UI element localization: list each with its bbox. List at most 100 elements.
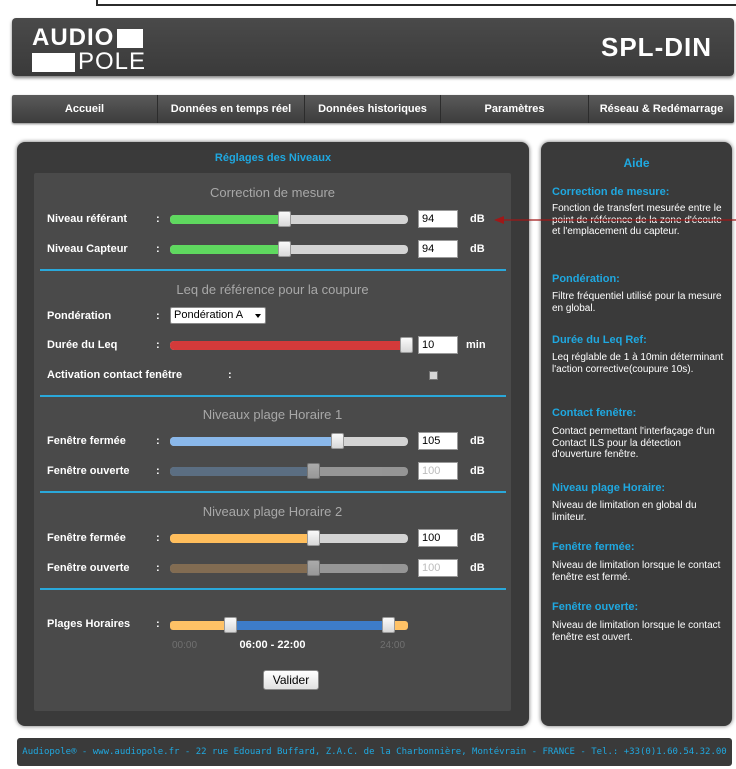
unit-db: dB (470, 243, 485, 255)
niveau-referant-slider[interactable] (170, 211, 408, 227)
section-divider (40, 269, 506, 271)
panel-title: Réglages des Niveaux (214, 152, 332, 164)
plage2-fermee-label: Fenêtre fermée (47, 532, 126, 544)
slider-fill (170, 245, 285, 254)
slider-handle[interactable] (306, 530, 320, 546)
help-text-contact: Contact permettant l'interfaçage d'un Co… (552, 426, 715, 460)
help-heading-ponderation: Pondération: (552, 273, 620, 285)
section-title-plage2: Niveaux plage Horaire 2 (202, 504, 343, 519)
niveau-capteur-slider[interactable] (170, 241, 408, 257)
duree-leq-slider[interactable] (170, 337, 413, 353)
plages-horaires-label: Plages Horaires (47, 618, 131, 630)
colon: : (156, 243, 160, 255)
unit-db: dB (470, 532, 485, 544)
logo-line2: POLE (78, 48, 147, 75)
slider-handle[interactable] (278, 211, 292, 227)
slider-handle[interactable] (330, 433, 344, 449)
plage1-ouverte-slider[interactable] (170, 463, 408, 479)
colon: : (228, 369, 232, 381)
plage1-fermee-slider[interactable] (170, 433, 408, 449)
unit-min: min (466, 339, 486, 351)
unit-db: dB (470, 213, 485, 225)
colon: : (156, 618, 160, 630)
colon: : (156, 435, 160, 447)
help-text-duree: Leq réglable de 1 à 10min déterminant l'… (552, 352, 724, 375)
nav-item-reseau[interactable]: Réseau & Redémarrage (589, 95, 734, 123)
colon: : (156, 465, 160, 477)
footer: Audiopole® - www.audiopole.fr - 22 rue E… (17, 738, 732, 766)
help-heading-niveau: Niveau plage Horaire: (552, 482, 666, 494)
niveau-capteur-label: Niveau Capteur (47, 243, 128, 255)
slider-handle[interactable] (278, 241, 292, 257)
plage1-ouverte-input[interactable]: 100 (418, 462, 458, 480)
ponderation-value: Pondération A (174, 309, 244, 321)
unit-db: dB (470, 435, 485, 447)
chevron-down-icon (255, 314, 261, 318)
plage2-ouverte-input[interactable]: 100 (418, 559, 458, 577)
help-heading-contact: Contact fenêtre: (552, 407, 637, 419)
slider-fill (170, 437, 337, 446)
section-title-correction: Correction de mesure (210, 185, 335, 200)
help-heading-ouverte: Fenêtre ouverte: (552, 601, 639, 613)
plage2-fermee-slider[interactable] (170, 530, 408, 546)
logo-line1: AUDIO (32, 24, 115, 51)
niveau-referant-input[interactable]: 94 (418, 210, 458, 228)
plages-horaires-slider[interactable] (170, 621, 408, 630)
colon: : (156, 339, 160, 351)
plage1-ouverte-label: Fenêtre ouverte (47, 465, 130, 477)
valider-button[interactable]: Valider (263, 670, 319, 690)
slider-fill (170, 564, 313, 573)
niveau-capteur-input[interactable]: 94 (418, 240, 458, 258)
plage2-ouverte-slider[interactable] (170, 560, 408, 576)
plage2-fermee-input[interactable]: 100 (418, 529, 458, 547)
help-title: Aide (623, 156, 650, 170)
help-heading-fermee: Fenêtre fermée: (552, 541, 635, 553)
slider-fill (170, 215, 285, 224)
slider-handle[interactable] (306, 463, 320, 479)
nav-item-temps-reel[interactable]: Données en temps réel (158, 95, 305, 123)
slider-fill (170, 341, 408, 350)
ponderation-select[interactable]: Pondération A (170, 307, 266, 324)
plage1-fermee-input[interactable]: 105 (418, 432, 458, 450)
help-text-niveau: Niveau de limitation en global du limite… (552, 500, 697, 523)
contact-fenetre-checkbox[interactable] (429, 371, 438, 380)
product-title: SPL-DIN (601, 32, 712, 62)
plage1-fermee-label: Fenêtre fermée (47, 435, 126, 447)
range-handle-end[interactable] (382, 617, 396, 633)
help-heading-correction: Correction de mesure: (552, 186, 670, 198)
slider-handle[interactable] (400, 337, 413, 353)
help-text-ouverte: Niveau de limitation lorsque le contact … (552, 620, 721, 643)
settings-panel: Réglages des Niveaux Correction de mesur… (17, 142, 529, 726)
help-heading-duree: Durée du Leq Ref: (552, 334, 647, 346)
section-title-plage1: Niveaux plage Horaire 1 (202, 407, 343, 422)
nav-item-accueil[interactable]: Accueil (12, 95, 158, 123)
section-divider (40, 491, 506, 493)
colon: : (156, 310, 160, 322)
colon: : (156, 532, 160, 544)
nav-item-historiques[interactable]: Données historiques (305, 95, 441, 123)
niveau-referant-label: Niveau référant (47, 213, 128, 225)
header-bar: AUDIO POLE SPL-DIN (12, 18, 734, 76)
section-divider (40, 588, 506, 590)
slider-handle[interactable] (306, 560, 320, 576)
nav-item-parametres[interactable]: Paramètres (441, 95, 589, 123)
slider-fill (170, 467, 313, 476)
range-handle-start[interactable] (223, 617, 237, 633)
colon: : (156, 213, 160, 225)
ponderation-label: Pondération (47, 310, 112, 322)
top-frame-line (96, 0, 736, 6)
settings-inner: Correction de mesure Niveau référant : 9… (34, 173, 511, 711)
main-nav: Accueil Données en temps réel Données hi… (12, 95, 734, 123)
unit-db: dB (470, 465, 485, 477)
slider-fill (170, 534, 313, 543)
help-panel: Aide Correction de mesure: Fonction de t… (541, 142, 732, 726)
audiopole-logo: AUDIO POLE (32, 26, 146, 74)
help-text-fermee: Niveau de limitation lorsque le contact … (552, 560, 721, 583)
unit-db: dB (470, 562, 485, 574)
annotation-arrow-icon (494, 216, 736, 224)
duree-leq-input[interactable]: 10 (418, 336, 458, 354)
duree-leq-label: Durée du Leq (47, 339, 118, 351)
contact-fenetre-label: Activation contact fenêtre (47, 369, 183, 381)
section-title-leq: Leq de référence pour la coupure (176, 282, 369, 297)
colon: : (156, 562, 160, 574)
